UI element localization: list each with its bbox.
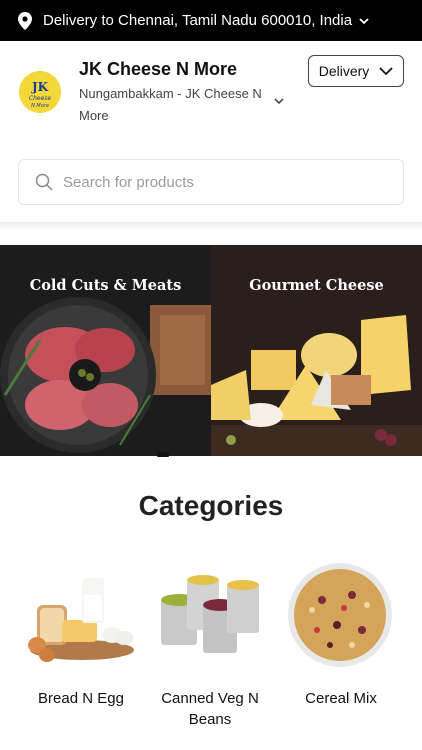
location-pin-icon <box>18 11 32 30</box>
category-cereal-mix[interactable]: Cereal Mix <box>282 560 400 709</box>
banner-carousel[interactable]: Cold Cuts & Meats Gourmet Cheese <box>0 245 422 456</box>
banner-gourmet-cheese[interactable]: Gourmet Cheese <box>211 245 422 456</box>
category-label: Bread N Egg <box>38 690 124 707</box>
category-bread-n-egg[interactable]: Bread N Egg <box>22 560 140 709</box>
svg-text:N More: N More <box>31 103 49 109</box>
store-logo: JK Cheese N More <box>19 71 61 113</box>
banner-cold-cuts[interactable]: Cold Cuts & Meats <box>0 245 211 456</box>
category-label: Cereal Mix <box>305 690 377 707</box>
chevron-down-icon[interactable] <box>273 95 285 107</box>
category-canned-veg-n-beans[interactable]: Canned Veg N Beans <box>151 560 269 730</box>
carousel-indicator <box>157 452 169 457</box>
bread-egg-image <box>22 560 140 675</box>
cereal-mix-image <box>282 560 400 675</box>
store-logo-art: JK Cheese N More <box>19 71 61 113</box>
header-divider <box>0 222 422 230</box>
categories-heading: Categories <box>138 490 284 521</box>
category-label: Canned Veg N Beans <box>161 690 259 728</box>
delivery-mode-label: Delivery <box>318 63 370 79</box>
delivery-location-text: Delivery to Chennai, Tamil Nadu 600010, … <box>43 12 353 29</box>
svg-text:JK: JK <box>31 80 49 94</box>
banner-title: Cold Cuts & Meats <box>29 277 182 294</box>
chevron-down-icon <box>359 17 369 24</box>
search-input[interactable] <box>63 173 363 191</box>
svg-text:Cheese: Cheese <box>29 95 52 102</box>
search-bar[interactable] <box>18 159 404 205</box>
delivery-mode-button[interactable]: Delivery <box>308 55 404 87</box>
banner-title: Gourmet Cheese <box>249 277 384 294</box>
chevron-down-icon <box>379 67 393 76</box>
store-location[interactable]: Nungambakkam - JK Cheese N More <box>79 83 269 127</box>
search-icon <box>35 173 53 191</box>
canned-veg-image <box>151 560 269 675</box>
delivery-location-bar[interactable]: Delivery to Chennai, Tamil Nadu 600010, … <box>0 0 422 41</box>
store-name: JK Cheese N More <box>79 59 238 79</box>
store-header: JK Cheese N More JK Cheese N More Nungam… <box>0 41 422 141</box>
